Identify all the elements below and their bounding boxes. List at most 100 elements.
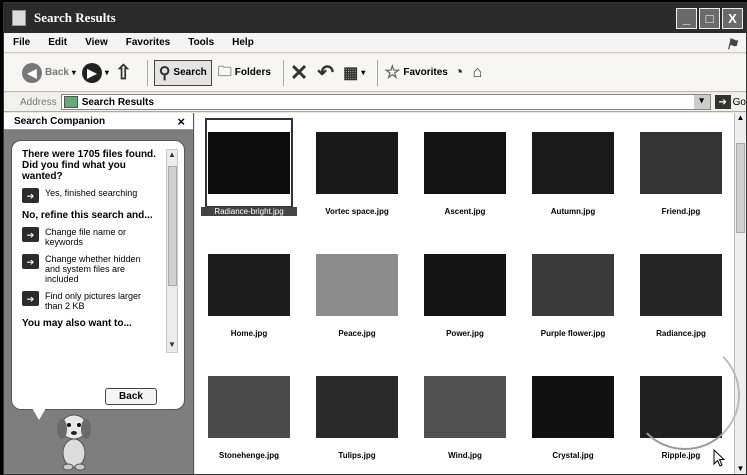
search-dog-icon bbox=[57, 414, 91, 471]
thumbnail-frame bbox=[313, 362, 401, 452]
refine-heading: No, refine this search and... bbox=[22, 210, 153, 221]
delete-button[interactable]: ✕ bbox=[290, 60, 311, 86]
views-dropdown-icon[interactable]: ▾ bbox=[361, 68, 365, 77]
companion-scrollbar[interactable]: ▲ ▼ bbox=[166, 149, 178, 353]
file-name-label: Peace.jpg bbox=[338, 329, 376, 338]
scrollbar-thumb[interactable] bbox=[168, 166, 177, 286]
menu-bar: File Edit View Favorites Tools Help bbox=[4, 33, 746, 53]
back-button[interactable]: ◀ Back ▾ bbox=[22, 62, 76, 83]
menu-view[interactable]: View bbox=[76, 37, 117, 48]
file-name-label: Autumn.jpg bbox=[550, 207, 596, 216]
file-name-label: Power.jpg bbox=[446, 329, 484, 338]
file-name-label: Radiance.jpg bbox=[656, 329, 706, 338]
companion-back-button[interactable]: Back bbox=[105, 388, 157, 405]
minimize-button[interactable]: _ bbox=[676, 8, 697, 29]
search-companion-pane: Search Companion × There were 1705 files… bbox=[4, 113, 194, 474]
menu-edit[interactable]: Edit bbox=[39, 37, 76, 48]
address-bar: Address Search Results ▾ ➔ Go bbox=[4, 93, 746, 112]
forward-arrow-icon: ▶ bbox=[81, 62, 102, 83]
thumbnail-image bbox=[640, 254, 722, 316]
windows-logo-icon: ⚑ bbox=[725, 36, 738, 52]
file-thumbnail[interactable]: Radiance-bright.jpg bbox=[195, 115, 303, 233]
file-thumbnail[interactable]: Tulips.jpg bbox=[303, 359, 411, 474]
thumbnail-image bbox=[316, 132, 398, 194]
search-button[interactable]: ⚲ Search bbox=[153, 59, 212, 86]
file-thumbnail[interactable]: Purple flower.jpg bbox=[519, 237, 627, 355]
address-field[interactable]: Search Results ▾ bbox=[60, 94, 711, 110]
folders-icon: 🗀 bbox=[217, 62, 232, 79]
menu-file[interactable]: File bbox=[4, 37, 39, 48]
menu-tools[interactable]: Tools bbox=[179, 37, 223, 48]
scroll-up-icon[interactable]: ▲ bbox=[167, 150, 177, 162]
file-thumbnail[interactable]: Stonehenge.jpg bbox=[195, 359, 303, 474]
thumbnail-frame bbox=[205, 240, 293, 330]
arrow-right-icon: ➔ bbox=[22, 227, 39, 242]
file-thumbnail[interactable]: Crystal.jpg bbox=[519, 359, 627, 474]
back-arrow-icon: ◀ bbox=[22, 62, 42, 83]
folder-search-icon bbox=[12, 10, 26, 26]
undo-button[interactable]: ↶ bbox=[317, 60, 337, 85]
menu-favorites[interactable]: Favorites bbox=[117, 37, 179, 48]
scroll-down-icon[interactable]: ▼ bbox=[735, 464, 746, 474]
thumbnail-image bbox=[208, 376, 290, 438]
toolbar-separator bbox=[146, 59, 148, 86]
thumbnail-frame bbox=[529, 240, 617, 330]
go-button[interactable]: ➔ Go bbox=[714, 95, 746, 109]
file-thumbnail[interactable]: Ascent.jpg bbox=[411, 115, 519, 233]
arrow-right-icon: ➔ bbox=[22, 291, 39, 306]
forward-button[interactable]: ▶ ▾ bbox=[81, 62, 109, 83]
forward-dropdown-icon[interactable]: ▾ bbox=[105, 68, 109, 77]
mouse-cursor-icon bbox=[713, 449, 726, 467]
finished-searching-option[interactable]: ➔ Yes, finished searching bbox=[22, 188, 157, 203]
thumbnail-image bbox=[532, 254, 614, 316]
thumbnail-image bbox=[640, 132, 722, 194]
back-dropdown-icon[interactable]: ▾ bbox=[72, 68, 76, 77]
thumbnail-frame bbox=[313, 118, 401, 208]
go-label: Go bbox=[732, 96, 746, 108]
file-thumbnail[interactable]: Wind.jpg bbox=[411, 359, 519, 474]
file-thumbnail[interactable]: Friend.jpg bbox=[627, 115, 735, 233]
title-bar: Search Results _ □ X bbox=[4, 3, 746, 33]
find-pictures-option[interactable]: ➔ Find only pictures larger than 2 KB bbox=[22, 291, 157, 311]
scroll-up-icon[interactable]: ▲ bbox=[735, 113, 746, 125]
maximize-button[interactable]: □ bbox=[699, 8, 720, 29]
views-grid-icon: ▦ bbox=[343, 64, 359, 82]
window-controls: _ □ X bbox=[676, 8, 743, 29]
file-name-label: Home.jpg bbox=[230, 329, 268, 338]
change-hidden-files-option[interactable]: ➔ Change whether hidden and system files… bbox=[22, 254, 157, 284]
scrollbar-thumb[interactable] bbox=[736, 143, 745, 233]
file-thumbnail[interactable]: Radiance.jpg bbox=[627, 237, 735, 355]
file-name-label: Tulips.jpg bbox=[338, 451, 376, 460]
menu-help[interactable]: Help bbox=[223, 37, 263, 48]
close-button[interactable]: X bbox=[722, 8, 743, 29]
companion-close-icon[interactable]: × bbox=[177, 114, 185, 129]
search-icon: ⚲ bbox=[158, 64, 171, 82]
file-thumbnail[interactable]: Home.jpg bbox=[195, 237, 303, 355]
change-file-name-option[interactable]: ➔ Change file name or keywords bbox=[22, 227, 157, 247]
thumbnail-image bbox=[208, 132, 290, 194]
file-thumbnail[interactable]: Peace.jpg bbox=[303, 237, 411, 355]
go-arrow-icon: ➔ bbox=[714, 95, 731, 109]
up-folder-icon: ⇧ bbox=[114, 62, 132, 84]
file-name-label: Stonehenge.jpg bbox=[219, 451, 279, 460]
favorites-button[interactable]: ☆ Favorites bbox=[384, 62, 448, 83]
views-button[interactable]: ▦ ▾ bbox=[343, 63, 365, 83]
content-scrollbar[interactable]: ▲ ▼ bbox=[734, 113, 746, 474]
change-hidden-files-label: Change whether hidden and system files a… bbox=[45, 254, 141, 284]
file-thumbnail[interactable]: Autumn.jpg bbox=[519, 115, 627, 233]
thumbnail-image bbox=[424, 132, 506, 194]
up-folder-button[interactable]: ⇧ bbox=[115, 60, 135, 85]
folders-button[interactable]: 🗀 Folders bbox=[218, 61, 271, 85]
toolbar-separator bbox=[377, 59, 379, 86]
files-found-text: There were 1705 files found. Did you fin… bbox=[22, 149, 156, 182]
toolbar: ◀ Back ▾ ▶ ▾ ⇧ ⚲ Search 🗀 Folders ✕ ↶ ▦ … bbox=[4, 54, 746, 92]
thumbnail-frame bbox=[637, 118, 725, 208]
file-thumbnail[interactable]: Power.jpg bbox=[411, 237, 519, 355]
address-dropdown-icon[interactable]: ▾ bbox=[693, 95, 710, 109]
scroll-down-icon[interactable]: ▼ bbox=[167, 340, 177, 352]
change-file-name-label: Change file name or keywords bbox=[45, 227, 127, 247]
history-button[interactable]: ◔ bbox=[454, 64, 467, 82]
companion-speech-bubble: There were 1705 files found. Did you fin… bbox=[11, 140, 185, 410]
home-button[interactable]: ⌂ bbox=[473, 64, 486, 82]
file-thumbnail[interactable]: Vortec space.jpg bbox=[303, 115, 411, 233]
